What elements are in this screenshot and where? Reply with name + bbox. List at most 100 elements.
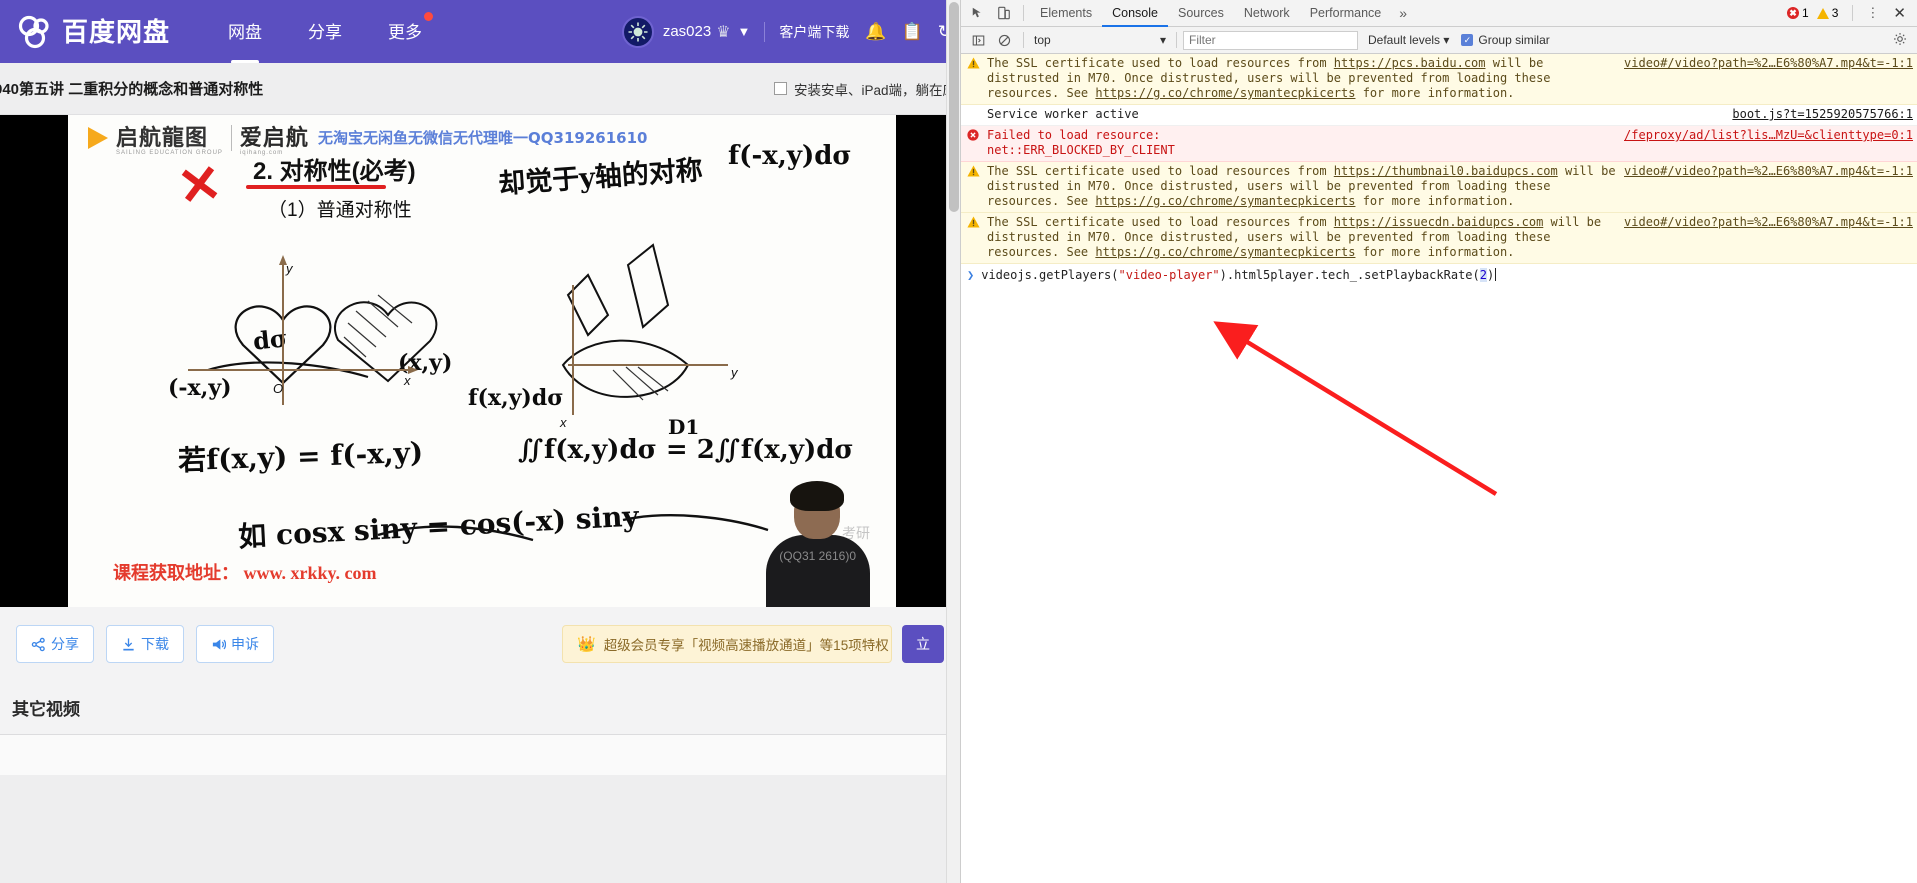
console-message-text: The SSL certificate used to load resourc… [987,56,1551,100]
video-brand-left: 启航龍图 [116,125,209,150]
warning-triangle-icon [967,57,983,73]
group-similar-toggle[interactable]: ✓ Group similar [1461,33,1550,47]
avatar-sun-icon [628,22,648,42]
console-filter-toolbar: top ▾ Default levels ▾ ✓ Group similar [961,27,1917,54]
crown-icon: ♛ [716,23,731,41]
console-link[interactable]: https://g.co/chrome/symantecpkicerts [1095,86,1355,100]
appeal-button-label: 申诉 [231,636,259,652]
console-message[interactable]: Failed to load resource: net::ERR_BLOCKED… [961,126,1917,162]
install-promo-checkbox[interactable] [773,82,787,95]
tab-console-label: Console [1112,5,1158,20]
error-circle-icon [967,129,983,145]
appeal-megaphone-icon [211,637,226,652]
console-input[interactable]: videojs.getPlayers("video-player").html5… [981,267,1497,283]
gear-icon[interactable] [1893,32,1913,49]
tab-elements[interactable]: Elements [1030,0,1102,27]
console-link[interactable]: https://pcs.baidu.com [1334,56,1486,70]
console-link[interactable]: https://issuecdn.baidupcs.com [1334,215,1544,229]
tabbar-right-divider [1852,5,1854,21]
handwriting-note-6: f(x,y)dσ [468,385,564,411]
console-prompt[interactable]: ❯ videojs.getPlayers("video-player").htm… [961,264,1917,286]
console-message-source[interactable]: video#/video?path=%2…E6%80%A7.mp4&t=-1:1 [1624,56,1913,71]
device-toolbar-icon[interactable] [991,1,1017,25]
bell-icon[interactable]: 🔔 [865,23,886,40]
console-message[interactable]: Service worker active boot.js?t=15259205… [961,105,1917,126]
checkbox-checked-icon: ✓ [1461,34,1474,46]
tab-sources[interactable]: Sources [1168,0,1234,27]
close-icon[interactable]: ✕ [1886,4,1913,22]
console-link[interactable]: https://g.co/chrome/symantecpkicerts [1095,245,1355,259]
nav-item-wangpan[interactable]: 网盘 [228,18,262,45]
log-levels-label: Default levels [1368,33,1441,47]
nav-item-share[interactable]: 分享 [308,18,342,45]
vip-promo-text: 超级会员专享「视频高速播放通道」等15项特权 [603,638,889,653]
share-button[interactable]: 分享 [16,625,94,663]
console-filter-input[interactable] [1183,30,1358,50]
nav-item-more-badge-dot [424,12,434,21]
navbar-divider [764,21,766,42]
clipboard-icon[interactable]: 📋 [902,23,923,40]
vip-promo-banner[interactable]: 👑 超级会员专享「视频高速播放通道」等15项特权 [562,625,892,663]
console-link[interactable]: https://g.co/chrome/symantecpkicerts [1095,194,1355,208]
error-count-badge[interactable]: ✖ 1 [1787,6,1809,20]
handwriting-note-4: (x,y) [398,350,453,376]
main-nav: 网盘 分享 更多 [228,12,434,45]
client-download-link[interactable]: 客户端下载 [779,22,849,42]
appeal-button[interactable]: 申诉 [196,625,274,663]
console-input-arg: 2 [1479,268,1487,282]
text-caret [1495,268,1497,281]
console-message[interactable]: The SSL certificate used to load resourc… [961,54,1917,105]
video-watermark-qq2: (QQ31 2616)0 [779,549,856,563]
console-message-source[interactable]: /feproxy/ad/list?lis…MzU=&clienttype=0:1 [1624,128,1913,143]
more-vertical-icon[interactable]: ⋮ [1859,5,1886,21]
log-levels-dropdown[interactable]: Default levels ▾ [1368,33,1449,47]
console-input-after: ) [1487,268,1495,282]
nav-item-share-label: 分享 [308,23,343,42]
console-message-text: The SSL certificate used to load resourc… [987,164,1616,208]
inspect-element-icon[interactable] [965,1,991,25]
execution-context-select[interactable]: top ▾ [1030,31,1170,50]
handwriting-note-3: dσ [251,323,289,356]
handwriting-note-5: (-x,y) [168,375,232,401]
video-watermark-qq: 无淘宝无闲鱼无微信无代理唯一QQ319261610 [318,129,648,147]
chevron-double-right-icon[interactable]: » [1391,5,1415,21]
page-scrollbar[interactable] [946,0,960,883]
chevron-down-icon[interactable]: ▼ [738,24,751,39]
other-videos-title: 其它视频 [12,700,80,719]
tab-network[interactable]: Network [1234,0,1300,27]
video-heading: 2. 对称性(必考) [253,158,416,185]
vip-cta-button[interactable]: 立 [902,625,944,663]
clear-console-icon[interactable] [991,28,1017,52]
video-frame: 启航龍图 SAILING EDUCATION GROUP 爱启航 iqihang… [68,115,896,607]
video-player[interactable]: 启航龍图 SAILING EDUCATION GROUP 爱启航 iqihang… [0,115,960,607]
console-message-list[interactable]: The SSL certificate used to load resourc… [961,54,1917,883]
install-promo[interactable]: 安装安卓、iPad端，躺在床 [773,79,960,99]
console-message[interactable]: The SSL certificate used to load resourc… [961,213,1917,264]
warning-count-badge[interactable]: 3 [1816,6,1838,20]
console-message-source[interactable]: boot.js?t=1525920575766:1 [1732,107,1913,122]
tab-console[interactable]: Console [1102,0,1168,27]
nav-item-more[interactable]: 更多 [388,12,434,45]
console-message[interactable]: The SSL certificate used to load resourc… [961,162,1917,213]
other-videos-heading: 其它视频 [0,681,960,735]
tabbar-divider [1023,5,1024,21]
page-scrollbar-thumb[interactable] [949,2,959,212]
console-message-source[interactable]: video#/video?path=%2…E6%80%A7.mp4&t=-1:1 [1624,215,1913,230]
username-label: zas023 [662,23,712,40]
console-link[interactable]: https://thumbnail0.baidupcs.com [1334,164,1558,178]
console-message-text: The SSL certificate used to load resourc… [987,215,1602,259]
handwriting-note-2: f(-x,y)dσ [728,141,852,171]
warning-triangle-icon [967,216,983,232]
navbar-icon-group: 🔔 📋 ↻ [865,23,952,40]
handwriting-note-1: 却觉于y轴的对称 [497,154,704,201]
avatar[interactable] [621,15,654,48]
console-sidebar-icon[interactable] [965,28,991,52]
tab-performance-label: Performance [1309,5,1382,20]
console-message-text: Failed to load resource: net::ERR_BLOCKED… [987,128,1175,157]
download-button[interactable]: 下载 [106,625,184,663]
nav-item-more-label: 更多 [388,23,423,42]
console-message-source[interactable]: video#/video?path=%2…E6%80%A7.mp4&t=-1:1 [1624,164,1913,179]
install-promo-label: 安装安卓、iPad端，躺在床 [793,82,956,98]
brand-logo[interactable]: 百度网盘 [16,13,170,51]
tab-performance[interactable]: Performance [1300,0,1392,27]
